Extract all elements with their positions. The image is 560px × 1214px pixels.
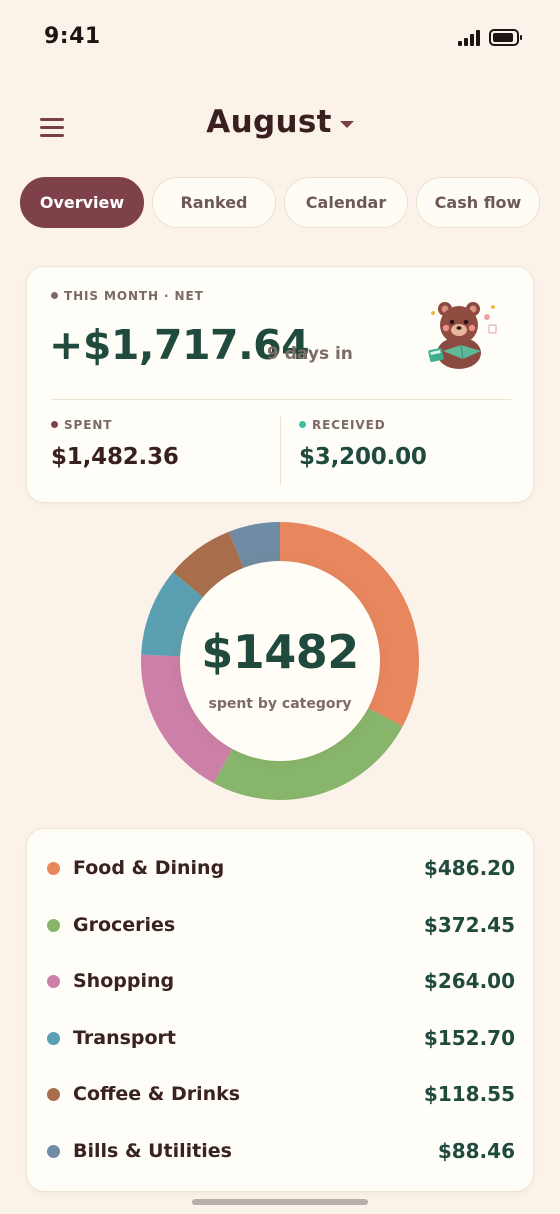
category-amount: $152.70 — [423, 1026, 515, 1050]
status-bar: 9:41 — [0, 0, 560, 76]
tab-cash-flow[interactable]: Cash flow — [416, 177, 540, 228]
label-dot — [51, 292, 58, 299]
received-label-text: RECEIVED — [312, 418, 386, 432]
category-row-shopping[interactable]: Shopping $264.00 — [27, 961, 535, 1001]
category-amount: $118.55 — [423, 1082, 515, 1106]
net-label: THIS MONTH · NET — [51, 289, 204, 303]
received-label: RECEIVED — [299, 418, 386, 432]
category-amount: $372.45 — [423, 913, 515, 937]
category-dot — [47, 919, 60, 932]
category-dot — [47, 862, 60, 875]
category-name: Transport — [73, 1027, 177, 1049]
tab-calendar[interactable]: Calendar — [284, 177, 408, 228]
category-amount: $88.46 — [437, 1139, 515, 1163]
battery-icon — [489, 29, 522, 46]
category-name: Shopping — [73, 970, 175, 992]
divider — [51, 399, 511, 400]
category-row-food-dining[interactable]: Food & Dining $486.20 — [27, 848, 535, 888]
category-row-bills-utilities[interactable]: Bills & Utilities $88.46 — [27, 1131, 535, 1171]
category-amount: $486.20 — [423, 856, 515, 880]
category-row-coffee-drinks[interactable]: Coffee & Drinks $118.55 — [27, 1074, 535, 1114]
spent-label-text: SPENT — [64, 418, 113, 432]
chevron-down-icon — [339, 121, 354, 128]
spent-dot — [51, 421, 58, 428]
category-dot — [47, 1145, 60, 1158]
home-indicator — [192, 1199, 368, 1205]
days-elapsed: 9 days in — [267, 344, 353, 364]
tab-ranked[interactable]: Ranked — [152, 177, 276, 228]
category-donut-chart[interactable]: $1482 spent by category — [140, 521, 420, 801]
category-list: Food & Dining $486.20 Groceries $372.45 … — [26, 828, 534, 1192]
bear-illustration — [428, 302, 497, 369]
spent-amount: $1,482.36 — [51, 444, 179, 470]
category-row-transport[interactable]: Transport $152.70 — [27, 1018, 535, 1058]
donut-total: $1482 — [201, 625, 359, 679]
column-divider — [280, 417, 281, 485]
status-time: 9:41 — [44, 24, 101, 49]
received-amount: $3,200.00 — [299, 444, 427, 470]
month-title: August — [206, 104, 332, 140]
category-dot — [47, 975, 60, 988]
signal-icon — [458, 30, 482, 46]
donut-caption: spent by category — [208, 696, 352, 712]
app-screen: 9:41 August Overview Ranked Calendar Cas… — [0, 0, 560, 1214]
spent-label: SPENT — [51, 418, 112, 432]
net-label-text: THIS MONTH · NET — [64, 289, 204, 303]
category-name: Bills & Utilities — [73, 1140, 232, 1162]
category-name: Groceries — [73, 914, 176, 936]
net-summary-card: THIS MONTH · NET +$1,717.64 9 days in SP… — [26, 266, 534, 503]
category-dot — [47, 1088, 60, 1101]
category-name: Coffee & Drinks — [73, 1083, 241, 1105]
category-dot — [47, 1032, 60, 1045]
month-selector[interactable]: August — [0, 104, 560, 140]
received-dot — [299, 421, 306, 428]
category-row-groceries[interactable]: Groceries $372.45 — [27, 905, 535, 945]
category-amount: $264.00 — [423, 969, 515, 993]
tab-overview[interactable]: Overview — [20, 177, 144, 228]
category-name: Food & Dining — [73, 857, 225, 879]
